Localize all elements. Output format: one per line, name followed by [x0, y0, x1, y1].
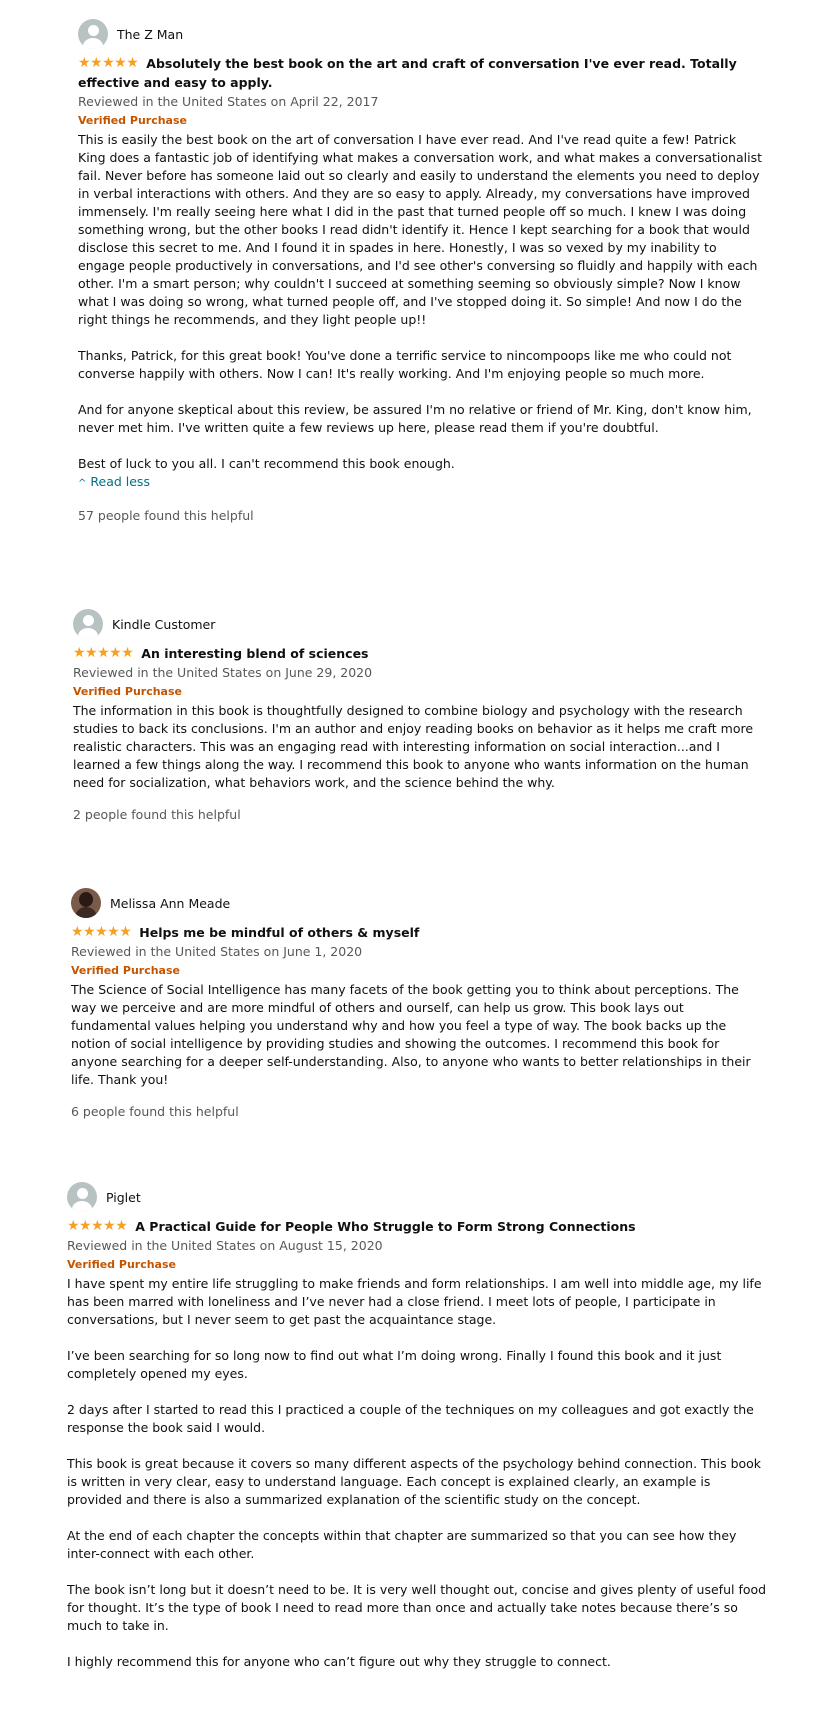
review-paragraph: 2 days after I started to read this I pr…: [67, 1402, 754, 1435]
five-star-rating-icon[interactable]: ★★★★★: [71, 923, 132, 942]
review-title[interactable]: Absolutely the best book on the art and …: [78, 56, 737, 90]
verified-purchase-badge: Verified Purchase: [78, 114, 187, 127]
review-card: Piglet ★★★★★ A Practical Guide for People…: [67, 1181, 767, 1671]
avatar-icon: [73, 609, 103, 639]
review-paragraph: The Science of Social Intelligence has m…: [71, 982, 751, 1087]
review-paragraph: The book isn’t long but it doesn’t need …: [67, 1582, 767, 1633]
review-paragraph: The information in this book is thoughtf…: [73, 703, 754, 790]
review-card: Melissa Ann Meade ★★★★★ Helps me be mindf…: [71, 887, 763, 1121]
reviewer-profile[interactable]: Piglet: [67, 1181, 767, 1213]
avatar-icon: [78, 19, 108, 49]
verified-purchase-badge: Verified Purchase: [67, 1258, 176, 1271]
five-star-rating-icon[interactable]: ★★★★★: [78, 54, 139, 73]
review-paragraph: Best of luck to you all. I can't recomme…: [78, 456, 455, 471]
review-date: Reviewed in the United States on August …: [67, 1238, 383, 1253]
review-title[interactable]: A Practical Guide for People Who Struggl…: [135, 1219, 635, 1234]
review-paragraph: This is easily the best book on the art …: [78, 132, 762, 327]
avatar-icon: [67, 1182, 97, 1212]
five-star-rating-icon[interactable]: ★★★★★: [67, 1217, 128, 1236]
read-less-label: Read less: [90, 474, 150, 489]
review-title[interactable]: An interesting blend of sciences: [141, 646, 368, 661]
review-body: I have spent my entire life struggling t…: [67, 1275, 767, 1671]
review-body: This is easily the best book on the art …: [78, 131, 766, 473]
review-paragraph: And for anyone skeptical about this revi…: [78, 402, 752, 435]
review-paragraph: At the end of each chapter the concepts …: [67, 1528, 737, 1561]
review-title-row: ★★★★★ Helps me be mindful of others & mys…: [71, 923, 763, 942]
reviewer-profile[interactable]: Melissa Ann Meade: [71, 887, 763, 919]
review-body: The information in this book is thoughtf…: [73, 702, 763, 792]
review-card: The Z Man ★★★★★ Absolutely the best book …: [78, 18, 766, 525]
reviewer-name[interactable]: Melissa Ann Meade: [110, 896, 230, 911]
verified-purchase-badge: Verified Purchase: [71, 964, 180, 977]
reviewer-name[interactable]: Piglet: [106, 1190, 141, 1205]
review-paragraph: This book is great because it covers so …: [67, 1456, 762, 1507]
review-card: Kindle Customer ★★★★★ An interesting blen…: [73, 608, 763, 824]
review-date: Reviewed in the United States on April 2…: [78, 94, 379, 109]
reviewer-profile[interactable]: The Z Man: [78, 18, 766, 50]
helpful-count: 2 people found this helpful: [73, 807, 241, 822]
avatar-photo: [71, 888, 101, 918]
review-date: Reviewed in the United States on June 29…: [73, 665, 373, 680]
five-star-rating-icon[interactable]: ★★★★★: [73, 644, 134, 663]
review-title[interactable]: Helps me be mindful of others & myself: [139, 925, 419, 940]
reviewer-profile[interactable]: Kindle Customer: [73, 608, 763, 640]
review-title-row: ★★★★★ An interesting blend of sciences: [73, 644, 763, 663]
review-title-row: ★★★★★ Absolutely the best book on the art…: [78, 54, 766, 92]
reviewer-name[interactable]: The Z Man: [117, 27, 183, 42]
review-body: The Science of Social Intelligence has m…: [71, 981, 763, 1089]
chevron-up-icon: ^: [78, 478, 87, 489]
verified-purchase-badge: Verified Purchase: [73, 685, 182, 698]
review-date: Reviewed in the United States on June 1,…: [71, 944, 363, 959]
helpful-count: 6 people found this helpful: [71, 1104, 239, 1119]
helpful-count: 57 people found this helpful: [78, 508, 254, 523]
review-paragraph: I’ve been searching for so long now to f…: [67, 1348, 722, 1381]
review-title-row: ★★★★★ A Practical Guide for People Who St…: [67, 1217, 767, 1236]
review-paragraph: I highly recommend this for anyone who c…: [67, 1654, 611, 1669]
reviewer-name[interactable]: Kindle Customer: [112, 617, 215, 632]
review-paragraph: I have spent my entire life struggling t…: [67, 1276, 762, 1327]
read-less-link[interactable]: ^ Read less: [78, 473, 766, 493]
review-paragraph: Thanks, Patrick, for this great book! Yo…: [78, 348, 732, 381]
